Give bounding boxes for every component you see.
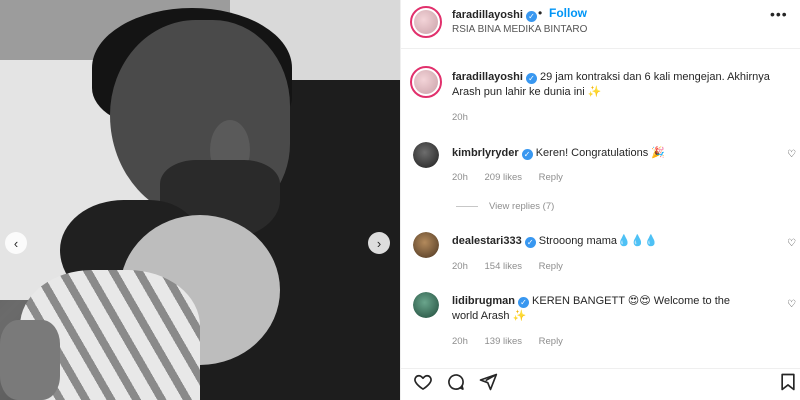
view-replies-button[interactable]: View replies (7) (456, 201, 554, 212)
like-comment-heart-icon[interactable]: ♡ (787, 238, 796, 249)
verified-badge-icon: ✓ (525, 73, 537, 84)
caption-time[interactable]: 20h (452, 112, 468, 123)
photo-hand (0, 320, 60, 400)
header-dot-separator: • (538, 6, 543, 20)
comment-time[interactable]: 20h (452, 172, 468, 183)
next-photo-button[interactable]: › (368, 232, 390, 254)
comment-likes[interactable]: 154 likes (485, 261, 523, 272)
comment-body: kimbrlyryder ✓ Keren! Congratulations 🎉 (452, 146, 772, 161)
verified-badge-icon: ✓ (525, 11, 537, 22)
header-divider (400, 48, 800, 49)
comment-avatar[interactable] (413, 292, 439, 318)
comment-meta: 20h 139 likes Reply (452, 336, 577, 347)
post-header-user: faradillayoshi ✓ (452, 7, 537, 22)
like-heart-icon[interactable] (411, 370, 435, 394)
comment-body: dealestari333 ✓ Strooong mama💧💧💧 (452, 234, 772, 249)
more-options-icon[interactable]: ••• (770, 6, 788, 22)
caption-avatar[interactable] (410, 66, 442, 98)
comment-time[interactable]: 20h (452, 336, 468, 347)
post-photo[interactable] (0, 0, 400, 400)
comment-meta: 20h 209 likes Reply (452, 172, 577, 183)
verified-badge-icon: ✓ (517, 297, 529, 308)
caption-meta: 20h (452, 112, 482, 123)
comment-avatar[interactable] (413, 142, 439, 168)
verified-badge-icon: ✓ (524, 237, 536, 248)
share-send-icon[interactable] (476, 370, 500, 394)
reply-button[interactable]: Reply (539, 172, 563, 183)
view-replies-line (456, 206, 478, 207)
like-comment-heart-icon[interactable]: ♡ (787, 299, 796, 310)
reply-button[interactable]: Reply (539, 336, 563, 347)
verified-badge-icon: ✓ (521, 149, 533, 160)
follow-button[interactable]: Follow (549, 6, 587, 20)
chevron-right-icon: › (376, 235, 382, 251)
post-caption: faradillayoshi ✓ 29 jam kontraksi dan 6 k… (452, 70, 782, 100)
chevron-left-icon: ‹ (13, 235, 19, 251)
comment-body: lidibrugman ✓ KEREN BANGETT 😍😍 Welcome to… (452, 294, 752, 324)
comment-text: Keren! Congratulations 🎉 (535, 147, 665, 159)
caption-username[interactable]: faradillayoshi (452, 71, 523, 83)
post-location[interactable]: RSIA BINA MEDIKA BINTARO (452, 24, 587, 35)
comment-meta: 20h 154 likes Reply (452, 261, 577, 272)
owner-avatar[interactable] (410, 6, 442, 38)
save-bookmark-icon[interactable] (776, 370, 800, 394)
like-comment-heart-icon[interactable]: ♡ (787, 149, 796, 160)
comment-bubble-icon[interactable] (444, 370, 468, 394)
previous-photo-button[interactable]: ‹ (5, 232, 27, 254)
comment-likes[interactable]: 209 likes (485, 172, 523, 183)
reply-button[interactable]: Reply (539, 261, 563, 272)
comment-time[interactable]: 20h (452, 261, 468, 272)
comment-text: Strooong mama💧💧💧 (538, 235, 659, 247)
comment-likes[interactable]: 139 likes (485, 336, 523, 347)
view-replies-label: View replies (7) (489, 201, 555, 212)
owner-username[interactable]: faradillayoshi (452, 9, 523, 21)
comment-username[interactable]: lidibrugman (452, 295, 515, 307)
comment-username[interactable]: dealestari333 (452, 235, 522, 247)
comment-avatar[interactable] (413, 232, 439, 258)
comment-username[interactable]: kimbrlyryder (452, 147, 519, 159)
